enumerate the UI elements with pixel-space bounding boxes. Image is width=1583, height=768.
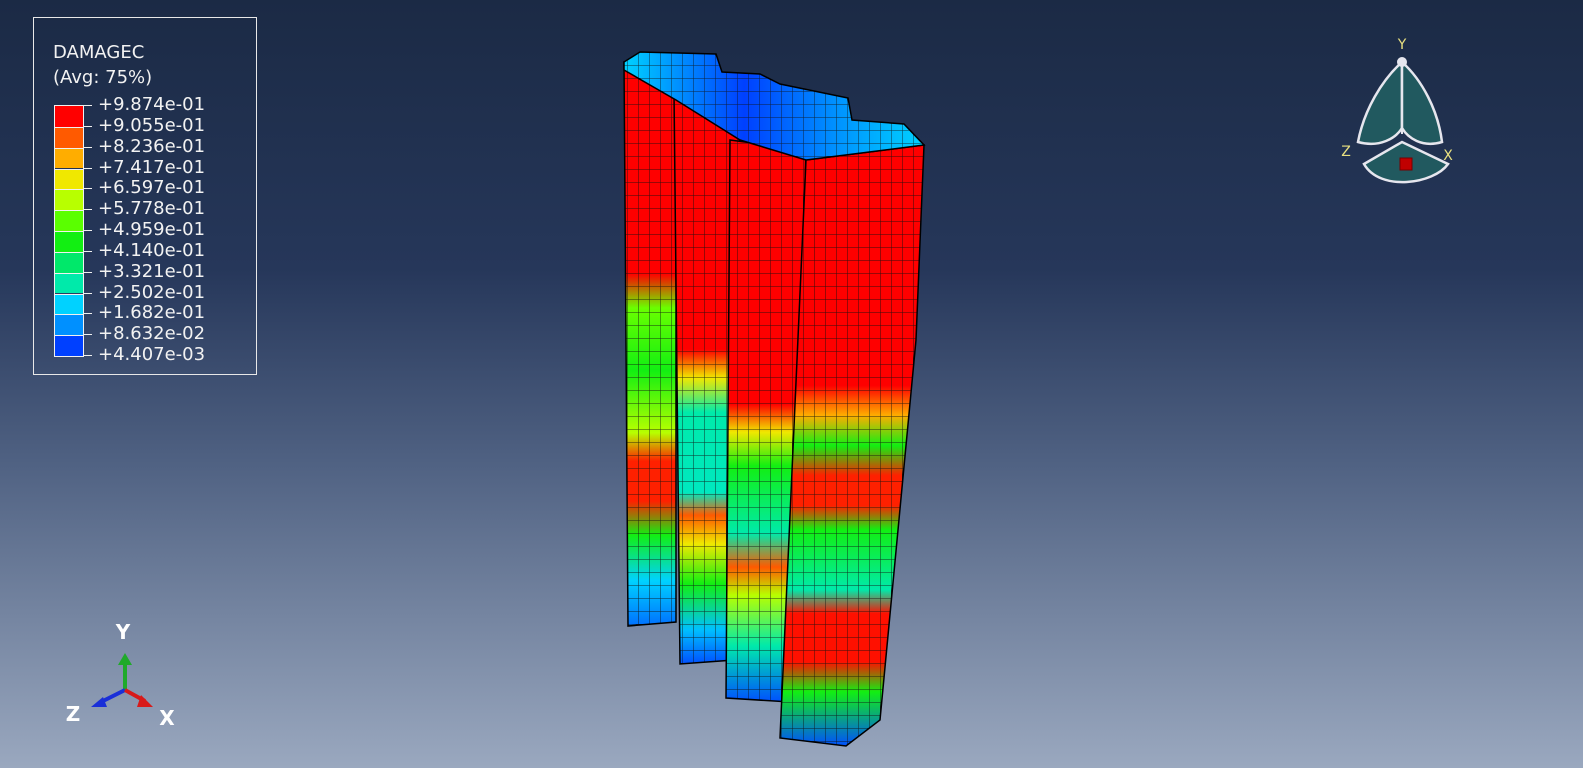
view-cube-y-label: Y bbox=[1397, 37, 1407, 53]
view-cube-x-label: X bbox=[1443, 148, 1453, 164]
view-cube-origin-marker bbox=[1399, 157, 1413, 171]
triad-z-label: Z bbox=[66, 702, 81, 726]
axis-triad: Y Z X bbox=[66, 620, 176, 730]
view-cube-y-knob[interactable] bbox=[1397, 57, 1407, 67]
column-1 bbox=[623, 57, 677, 627]
view-cube-face-right[interactable] bbox=[1400, 59, 1444, 145]
viewport-canvas[interactable]: DAMAGEC (Avg: 75%) +9.874e-01 +9.055e-01 +… bbox=[0, 0, 1583, 768]
view-cube[interactable]: Y Z X bbox=[1330, 30, 1470, 200]
view-cube-face-left[interactable] bbox=[1356, 59, 1404, 145]
triad-y-label: Y bbox=[115, 620, 131, 644]
view-cube-z-label: Z bbox=[1341, 144, 1351, 160]
triad-x-label: X bbox=[159, 706, 175, 730]
